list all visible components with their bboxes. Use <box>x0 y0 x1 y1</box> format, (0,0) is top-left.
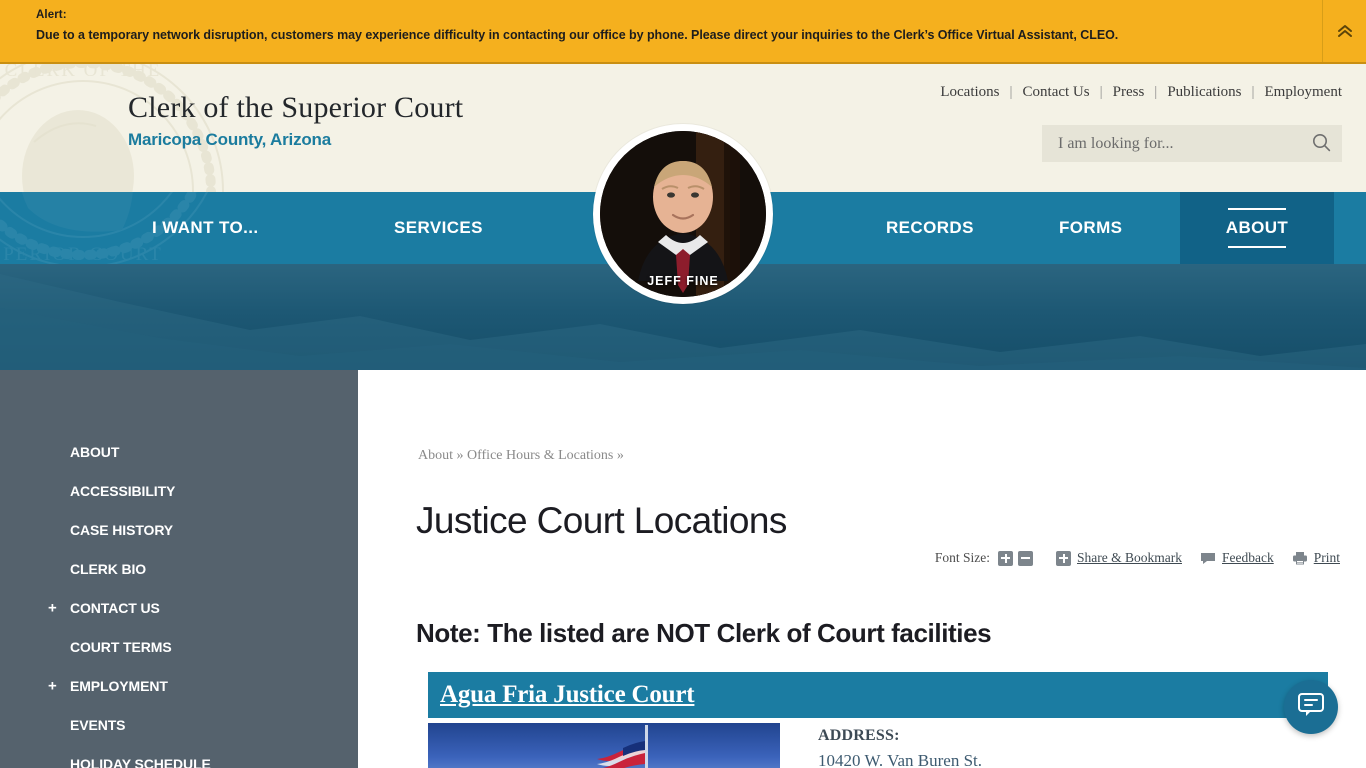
font-size-label: Font Size: <box>934 550 991 565</box>
sidebar-item-label: CASE HISTORY <box>70 521 174 538</box>
utility-link-press[interactable]: Press <box>1113 84 1145 100</box>
avatar-name-label: JEFF FINE <box>647 274 719 288</box>
nav-active-rule-top <box>1228 208 1286 210</box>
sidebar-item-case-history[interactable]: CASE HISTORY <box>0 510 358 549</box>
sidebar-item-label: HOLIDAY SCHEDULE <box>70 755 211 768</box>
main-content: About » Office Hours & Locations » Justi… <box>358 370 1366 768</box>
alert-banner: Alert: Due to a temporary network disrup… <box>0 0 1366 64</box>
court-name-link[interactable]: Agua Fria Justice Court <box>440 681 695 709</box>
print-button[interactable]: Print <box>1292 550 1340 566</box>
page-toolbar: Font Size: Share & Bookmark Feedback Pri… <box>935 550 1340 566</box>
nav-item-label: RECORDS <box>886 218 974 237</box>
breadcrumb-trailing-separator: » <box>616 448 624 463</box>
plus-square-icon <box>1056 550 1072 566</box>
feedback-label[interactable]: Feedback <box>1222 550 1274 566</box>
sidebar-item-label: ABOUT <box>70 443 120 460</box>
svg-text:CLERK OF THE: CLERK OF THE <box>5 64 162 81</box>
print-label[interactable]: Print <box>1314 550 1340 566</box>
feedback-button[interactable]: Feedback <box>1200 550 1274 566</box>
breadcrumb-link-office-hours-locations[interactable]: Office Hours & Locations <box>467 448 613 463</box>
sidebar-item-events[interactable]: EVENTS <box>0 705 358 744</box>
avatar-photo <box>600 131 766 297</box>
utility-link-publications[interactable]: Publications <box>1167 84 1241 100</box>
share-bookmark-button[interactable]: Share & Bookmark <box>1056 550 1182 566</box>
sidebar-item-label: EVENTS <box>70 716 126 733</box>
utility-separator: | <box>1154 84 1158 100</box>
search-button[interactable] <box>1300 125 1342 162</box>
utility-link-employment[interactable]: Employment <box>1265 84 1343 100</box>
note-heading: Note: The listed are NOT Clerk of Court … <box>416 617 992 648</box>
search-box <box>1042 125 1342 162</box>
brand-title: Clerk of the Superior Court <box>128 91 464 124</box>
sidebar-item-label: COURT TERMS <box>70 638 172 655</box>
sidebar-item-accessibility[interactable]: ACCESSIBILITY <box>0 471 358 510</box>
court-address-block: ADDRESS: 10420 W. Van Buren St. <box>780 723 982 768</box>
address-label: ADDRESS: <box>818 727 900 744</box>
share-bookmark-label[interactable]: Share & Bookmark <box>1077 550 1182 566</box>
search-icon <box>1312 133 1331 155</box>
alert-message: Due to a temporary network disruption, c… <box>36 28 1119 42</box>
nav-item-records[interactable]: RECORDS <box>886 192 974 264</box>
alert-content: Alert: Due to a temporary network disrup… <box>0 0 1366 44</box>
double-chevron-up-icon <box>1337 24 1353 38</box>
breadcrumb: About » Office Hours & Locations » <box>418 448 624 464</box>
sidebar-item-label: EMPLOYMENT <box>70 677 168 694</box>
utility-link-locations[interactable]: Locations <box>940 84 999 100</box>
nav-item-label: I WANT TO... <box>152 218 259 237</box>
alert-collapse-button[interactable] <box>1322 0 1366 62</box>
sidebar-item-about[interactable]: ABOUT <box>0 432 358 471</box>
breadcrumb-separator: » <box>456 448 464 463</box>
clerk-avatar[interactable]: JEFF FINE <box>593 124 773 304</box>
sidebar-item-contact-us[interactable]: + CONTACT US <box>0 588 358 627</box>
expand-plus-icon[interactable]: + <box>48 678 57 693</box>
font-size-decrease-button[interactable] <box>1018 550 1034 566</box>
nav-active-rule-bottom <box>1228 246 1286 248</box>
site-brand[interactable]: Clerk of the Superior Court Maricopa Cou… <box>128 90 463 150</box>
court-photo <box>428 723 780 768</box>
printer-icon <box>1292 551 1308 565</box>
address-line: 10420 W. Van Buren St. <box>818 751 983 768</box>
utility-separator: | <box>1099 84 1103 100</box>
font-size-increase-button[interactable] <box>998 550 1014 566</box>
sidebar-item-label: CLERK BIO <box>70 560 147 577</box>
nav-item-label: FORMS <box>1059 218 1123 237</box>
search-input[interactable] <box>1042 134 1300 153</box>
sidebar-item-clerk-bio[interactable]: CLERK BIO <box>0 549 358 588</box>
nav-item-forms[interactable]: FORMS <box>1059 192 1122 264</box>
speech-bubble-icon <box>1200 552 1216 565</box>
sidebar-item-employment[interactable]: + EMPLOYMENT <box>0 666 358 705</box>
court-card-body: ADDRESS: 10420 W. Van Buren St. <box>428 723 1328 768</box>
utility-nav: Locations | Contact Us | Press | Publications |… <box>940 84 1342 101</box>
nav-item-label: SERVICES <box>394 218 483 237</box>
nav-item-label: ABOUT <box>1225 218 1289 237</box>
sidebar-item-court-terms[interactable]: COURT TERMS <box>0 627 358 666</box>
sidebar-item-holiday-schedule[interactable]: HOLIDAY SCHEDULE <box>0 744 358 768</box>
chat-button[interactable] <box>1284 680 1338 734</box>
utility-link-contact-us[interactable]: Contact Us <box>1023 84 1090 100</box>
court-card: Agua Fria Justice Court ADDRESS: 10420 W… <box>428 672 1328 768</box>
utility-separator: | <box>1009 84 1013 100</box>
section-sidebar: ABOUT ACCESSIBILITY CASE HISTORY CLERK B… <box>0 370 358 768</box>
utility-separator: | <box>1251 84 1255 100</box>
page-root: Alert: Due to a temporary network disrup… <box>0 0 1366 768</box>
chat-bubble-icon <box>1297 692 1325 723</box>
sidebar-item-label: ACCESSIBILITY <box>70 482 176 499</box>
court-card-header: Agua Fria Justice Court <box>428 672 1328 718</box>
alert-label: Alert: <box>36 9 67 21</box>
brand-subtitle: Maricopa County, Arizona <box>128 130 331 149</box>
sidebar-item-label: CONTACT US <box>70 599 160 616</box>
expand-plus-icon[interactable]: + <box>48 600 57 615</box>
nav-item-about[interactable]: ABOUT <box>1180 192 1334 264</box>
nav-item-i-want-to[interactable]: I WANT TO... <box>152 192 259 264</box>
nav-item-services[interactable]: SERVICES <box>394 192 483 264</box>
breadcrumb-link-about[interactable]: About <box>418 448 453 463</box>
page-title: Justice Court Locations <box>416 499 787 541</box>
